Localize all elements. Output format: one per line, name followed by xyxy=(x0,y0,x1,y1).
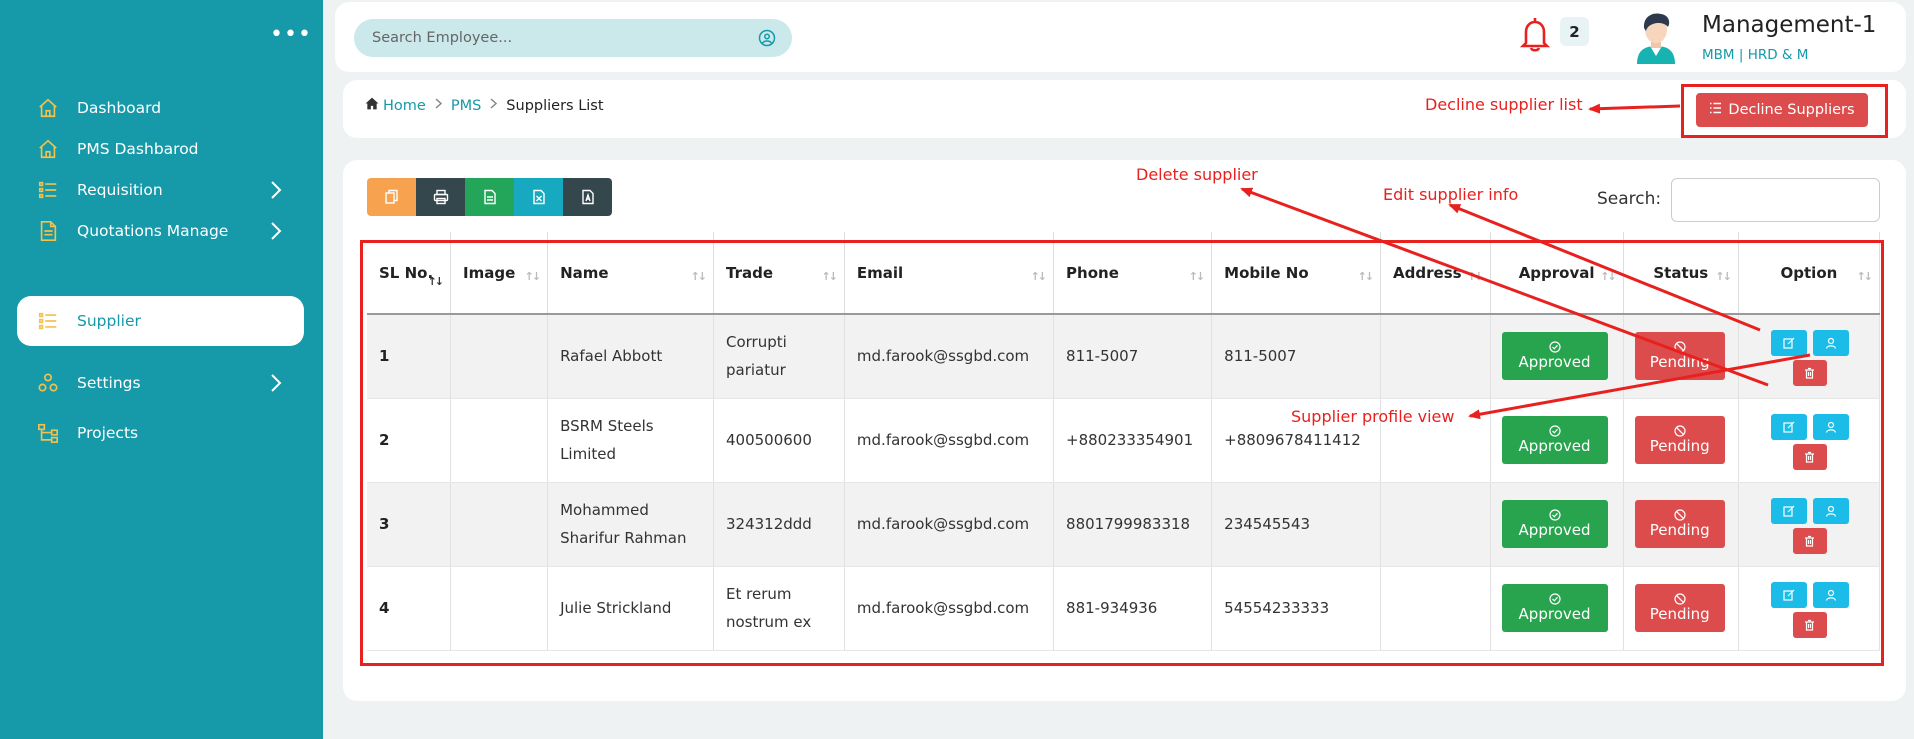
breadcrumb-pms[interactable]: PMS xyxy=(451,98,481,114)
sidebar-item-label: Quotations Manage xyxy=(77,222,229,240)
sidebar-item-projects[interactable]: Projects xyxy=(17,408,304,458)
chevron-right-icon xyxy=(435,98,442,113)
sidebar: ••• Dashboard PMS Dashbarod Requisition … xyxy=(0,0,323,739)
copy-icon xyxy=(384,189,398,204)
users-icon xyxy=(37,372,59,394)
csv-icon xyxy=(483,189,496,205)
more-options-icon[interactable]: ••• xyxy=(270,24,312,46)
annotation-profile: Supplier profile view xyxy=(1291,407,1455,426)
annotation-highlight-table xyxy=(360,240,1884,666)
table-search-label: Search: xyxy=(1597,189,1662,209)
notification-count: 2 xyxy=(1560,17,1589,46)
chevron-right-icon xyxy=(270,373,282,397)
pdf-button[interactable] xyxy=(563,178,612,216)
list-icon xyxy=(37,310,59,332)
chevron-right-icon xyxy=(270,180,282,204)
employee-search-input[interactable] xyxy=(354,30,744,46)
annotation-edit: Edit supplier info xyxy=(1383,185,1519,204)
excel-icon xyxy=(532,189,545,205)
excel-button[interactable] xyxy=(514,178,563,216)
avatar[interactable] xyxy=(1631,10,1681,64)
pdf-icon xyxy=(581,189,594,205)
sidebar-item-label: Supplier xyxy=(77,312,141,330)
employee-search xyxy=(354,19,792,57)
sidebar-item-settings[interactable]: Settings xyxy=(17,358,304,408)
sidebar-item-label: Requisition xyxy=(77,181,163,199)
table-search-input[interactable] xyxy=(1671,178,1880,222)
breadcrumb-card: Home PMS Suppliers List Decline Supplier… xyxy=(343,80,1906,138)
sidebar-item-supplier[interactable]: Supplier xyxy=(17,296,304,346)
breadcrumb-home[interactable]: Home xyxy=(383,98,426,114)
copy-button[interactable] xyxy=(367,178,416,216)
annotation-delete: Delete supplier xyxy=(1136,165,1258,184)
export-buttons xyxy=(367,178,612,216)
hierarchy-icon xyxy=(37,422,59,444)
breadcrumb: Home PMS Suppliers List xyxy=(365,97,604,114)
document-icon xyxy=(37,220,59,242)
home-icon xyxy=(37,97,59,119)
user-circle-icon[interactable] xyxy=(758,29,776,51)
user-department: MBM | HRD & M xyxy=(1702,47,1809,63)
sidebar-item-label: Settings xyxy=(77,374,141,392)
print-button[interactable] xyxy=(416,178,465,216)
sidebar-item-label: Dashboard xyxy=(77,99,162,117)
home-icon xyxy=(37,138,59,160)
bell-icon[interactable] xyxy=(1519,15,1551,57)
annotation-decline: Decline supplier list xyxy=(1425,95,1583,114)
top-bar: 2 Management-1 MBM | HRD & M xyxy=(335,2,1906,72)
sidebar-item-label: Projects xyxy=(77,424,139,442)
sidebar-item-label: PMS Dashbarod xyxy=(77,140,199,158)
sidebar-item-quotations-manage[interactable]: Quotations Manage xyxy=(17,206,304,256)
chevron-right-icon xyxy=(490,98,498,113)
print-icon xyxy=(433,189,448,205)
csv-button[interactable] xyxy=(465,178,514,216)
chevron-right-icon xyxy=(270,221,282,245)
annotation-highlight-decline xyxy=(1681,84,1888,138)
list-icon xyxy=(37,179,59,201)
home-icon[interactable] xyxy=(365,97,379,114)
user-name[interactable]: Management-1 xyxy=(1702,12,1876,38)
breadcrumb-current: Suppliers List xyxy=(506,97,604,114)
